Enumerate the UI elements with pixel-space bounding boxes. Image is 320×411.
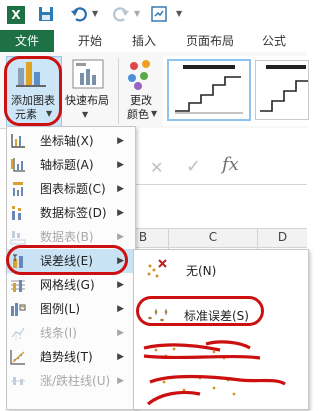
menu-item-trendline[interactable]: 趋势线(T) ▶ — [7, 345, 133, 369]
quick-layout-button[interactable]: 快速布局 — [60, 94, 114, 107]
submenu-arrow-icon: ▶ — [117, 208, 124, 218]
redo-dropdown-icon: ▼ — [134, 9, 141, 18]
formula-bar — [134, 128, 307, 228]
submenu-arrow-icon: ▶ — [117, 304, 124, 314]
data-table-icon — [10, 229, 26, 245]
tab-file[interactable]: 文件 — [0, 30, 54, 52]
change-colors-label-2[interactable]: 颜色 — [124, 108, 152, 121]
menu-item-lines: 线条(I) ▶ — [7, 321, 133, 345]
axes-icon — [10, 133, 26, 149]
axis-titles-icon — [10, 157, 26, 173]
chart-title-icon — [10, 181, 26, 197]
cancel-entry-icon: ✕ — [150, 158, 164, 177]
tab-formulas[interactable]: 公式 — [262, 30, 286, 52]
undo-dropdown-icon[interactable]: ▼ — [92, 9, 98, 18]
dropdown-arrow-icon: ▼ — [151, 109, 158, 118]
annotation-scribble — [140, 334, 290, 408]
up-down-bars-icon — [10, 373, 26, 389]
annotation-circle-error-bars — [6, 245, 128, 275]
menu-item-axes[interactable]: 坐标轴(X) ▶ — [7, 129, 133, 153]
chart-style-thumbnail[interactable] — [167, 59, 251, 121]
column-header-b[interactable]: B — [134, 228, 152, 246]
save-icon[interactable] — [38, 6, 54, 22]
chart-style-thumbnail[interactable] — [255, 60, 309, 120]
menu-item-up-down-bars: 涨/跌柱线(U) ▶ — [7, 369, 133, 393]
confirm-entry-icon: ✓ — [186, 156, 202, 177]
ribbon-separator — [118, 58, 119, 124]
column-header-d[interactable]: D — [258, 228, 307, 246]
tab-page-layout[interactable]: 页面布局 — [186, 30, 234, 52]
legend-icon — [10, 301, 26, 317]
customize-toolbar-icon[interactable]: ▼ — [176, 9, 182, 18]
submenu-arrow-icon: ▶ — [117, 184, 124, 194]
insert-function-icon[interactable]: fx — [222, 154, 239, 175]
submenu-item-none[interactable]: 无(N) — [136, 254, 304, 288]
divider — [134, 184, 307, 185]
quick-access-custom-icon[interactable] — [150, 5, 168, 23]
tab-home[interactable]: 开始 — [78, 30, 102, 52]
quick-layout-icon — [72, 59, 104, 89]
menu-item-axis-titles[interactable]: 轴标题(A) ▶ — [7, 153, 133, 177]
excel-logo-icon: X — [7, 6, 25, 24]
dropdown-arrow-icon: ▼ — [82, 110, 89, 119]
menu-item-legend[interactable]: 图例(L) ▶ — [7, 297, 133, 321]
no-error-bars-icon — [144, 258, 168, 282]
submenu-item-none-label: 无(N) — [186, 264, 217, 278]
menu-item-data-labels[interactable]: 数据标签(D) ▶ — [7, 201, 133, 225]
redo-icon — [112, 5, 130, 23]
submenu-arrow-icon: ▶ — [117, 136, 124, 146]
menu-item-gridlines[interactable]: 网格线(G) ▶ — [7, 273, 133, 297]
change-colors-icon — [126, 58, 156, 92]
tab-insert[interactable]: 插入 — [132, 30, 156, 52]
submenu-arrow-icon: ▶ — [117, 328, 124, 338]
gridlines-icon — [10, 277, 26, 293]
annotation-circle-standard-error — [136, 296, 264, 326]
undo-icon[interactable] — [70, 5, 88, 23]
submenu-arrow-icon: ▶ — [117, 376, 124, 386]
trendline-icon — [10, 349, 26, 365]
lines-icon — [10, 325, 26, 341]
menu-item-chart-title[interactable]: 图表标题(C) ▶ — [7, 177, 133, 201]
data-labels-icon — [10, 205, 26, 221]
annotation-circle-add-chart — [4, 56, 62, 126]
column-header-c[interactable]: C — [169, 228, 257, 246]
submenu-arrow-icon: ▶ — [117, 352, 124, 362]
submenu-arrow-icon: ▶ — [117, 160, 124, 170]
submenu-arrow-icon: ▶ — [117, 280, 124, 290]
change-colors-label-1[interactable]: 更改 — [124, 94, 158, 107]
